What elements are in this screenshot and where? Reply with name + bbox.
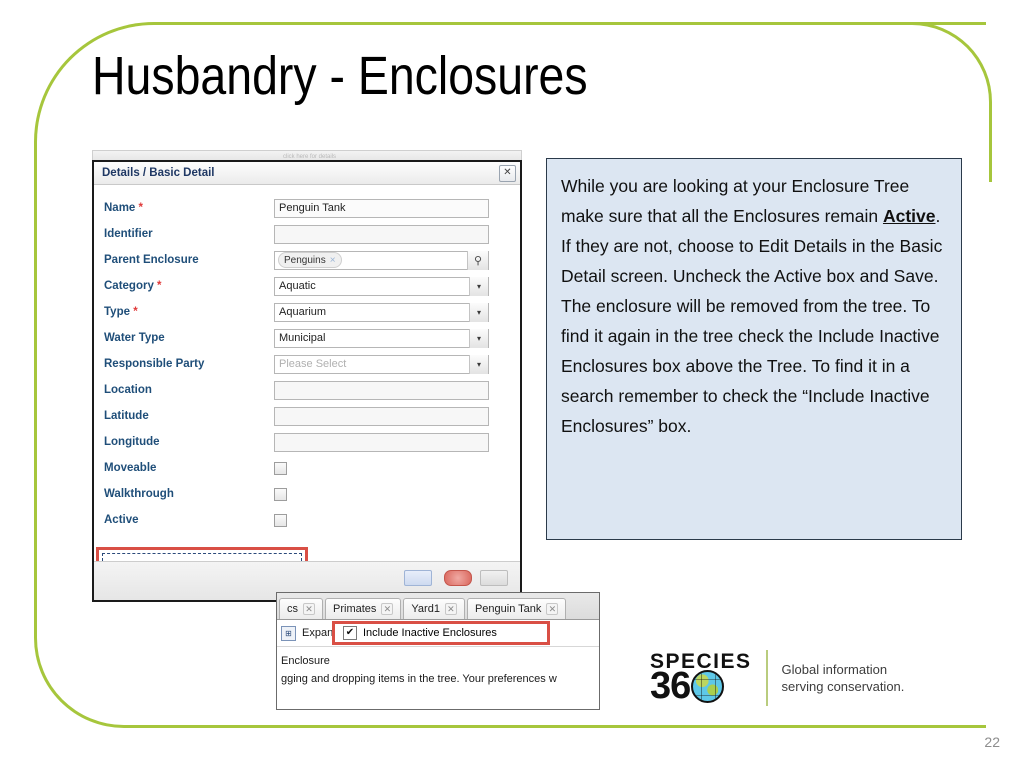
form-row: Water Type Municipal ▾ (104, 325, 510, 351)
form-row: Category * Aquatic ▾ (104, 273, 510, 299)
tab-cs[interactable]: cs ✕ (279, 598, 323, 619)
field-label: Walkthrough (104, 488, 174, 500)
overlay-text-enclosure: Enclosure (281, 655, 330, 667)
logo-360-text: 36 (650, 665, 752, 708)
required-marker: * (133, 306, 138, 318)
include-inactive-checkbox[interactable]: ✔ (343, 626, 357, 640)
logo-tagline: Global information serving conservation. (782, 661, 905, 695)
required-marker: * (138, 202, 144, 214)
form-row: Active (104, 507, 510, 533)
form-row: Type * Aquarium ▾ (104, 299, 510, 325)
input-latitude[interactable] (274, 406, 489, 426)
field-label: Location (104, 384, 152, 396)
dialog-title: Details / Basic Detail (102, 167, 215, 179)
tab-label: Yard1 (411, 603, 440, 615)
globe-icon (691, 670, 725, 704)
tab-close-icon[interactable]: ✕ (381, 603, 394, 615)
select-water-type[interactable]: Municipal ▾ (274, 328, 489, 348)
emphasis-active: Active (882, 206, 936, 226)
field-label: Water Type (104, 332, 165, 344)
tab-penguin-tank[interactable]: Penguin Tank ✕ (466, 598, 567, 619)
tab-close-icon[interactable]: ✕ (303, 603, 315, 615)
dialog-form-body: Name * Penguin Tank Identifier Parent Encl… (94, 185, 520, 577)
page-title: Husbandry - Enclosures (92, 46, 588, 106)
form-row: Location (104, 377, 510, 403)
tab-label: Primates (333, 603, 377, 615)
input-longitude[interactable] (274, 432, 489, 452)
extra-button[interactable] (480, 570, 508, 586)
required-marker: * (157, 280, 162, 292)
field-label: Type * (104, 306, 138, 318)
logo-36-digits: 36 (650, 665, 691, 708)
close-icon[interactable]: ✕ (499, 164, 516, 182)
select-responsible-party[interactable]: Please Select ▾ (274, 354, 489, 374)
chevron-down-icon[interactable]: ▾ (469, 302, 488, 322)
field-label: Responsible Party (104, 358, 205, 370)
chevron-down-icon[interactable]: ▾ (469, 354, 488, 374)
field-label: Parent Enclosure (104, 254, 199, 266)
input-name[interactable]: Penguin Tank (274, 198, 489, 218)
logo-tagline-line1: Global information (781, 662, 888, 677)
include-inactive-highlight-box: ✔ Include Inactive Enclosures (332, 621, 550, 645)
checkbox-walkthrough[interactable] (274, 487, 287, 501)
tab-primates[interactable]: Primates ✕ (325, 598, 402, 619)
tab-close-icon[interactable]: ✕ (546, 603, 559, 615)
field-label: Moveable (104, 462, 157, 474)
tree-toolbar: ⊞ Expand All ⚑ ✔ Include Inactive Enclos… (277, 620, 599, 647)
select-value: Aquatic (279, 280, 316, 292)
tab-yard1[interactable]: Yard1 ✕ (403, 598, 465, 619)
include-inactive-label[interactable]: Include Inactive Enclosures (363, 627, 497, 639)
logo-mark: SPECIES 36 (650, 651, 752, 708)
form-row: Name * Penguin Tank (104, 195, 510, 221)
form-row: Moveable (104, 455, 510, 481)
field-label: Active (104, 514, 139, 526)
logo-tagline-line2: serving conservation. (781, 679, 905, 694)
field-label: Longitude (104, 436, 160, 448)
overlay-text-hint: gging and dropping items in the tree. Yo… (281, 673, 557, 685)
form-row: Responsible Party Please Select ▾ (104, 351, 510, 377)
info-callout-panel: While you are looking at your Enclosure … (546, 158, 962, 540)
page-number: 22 (984, 734, 1000, 750)
tab-label: cs (287, 603, 298, 615)
dialog-titlebar: Details / Basic Detail ✕ (94, 162, 520, 185)
save-button[interactable] (404, 570, 432, 586)
select-value: Please Select (279, 358, 347, 370)
tag-remove-icon[interactable]: × (330, 255, 336, 266)
form-row: Latitude (104, 403, 510, 429)
checkbox-active[interactable] (274, 513, 287, 527)
tab-close-icon[interactable]: ✕ (444, 603, 457, 615)
form-row: Identifier (104, 221, 510, 247)
species360-logo: SPECIES 36 Global information serving co… (650, 650, 904, 706)
input-location[interactable] (274, 380, 489, 400)
select-category[interactable]: Aquatic ▾ (274, 276, 489, 296)
cancel-button[interactable] (444, 570, 472, 586)
form-row: Longitude (104, 429, 510, 455)
tab-label: Penguin Tank (474, 603, 542, 615)
form-row: Walkthrough (104, 481, 510, 507)
search-icon[interactable]: ⚲ (467, 250, 488, 270)
basic-detail-dialog: Details / Basic Detail ✕ Name * Penguin T… (92, 160, 522, 602)
chevron-down-icon[interactable]: ▾ (469, 276, 488, 296)
field-label: Latitude (104, 410, 149, 422)
tab-strip: cs ✕ Primates ✕ Yard1 ✕ Penguin Tank ✕ (277, 593, 599, 620)
select-value: Municipal (279, 332, 326, 344)
input-identifier[interactable] (274, 224, 489, 244)
form-rows: Name * Penguin Tank Identifier Parent Encl… (104, 195, 510, 533)
enclosure-tree-overlay: cs ✕ Primates ✕ Yard1 ✕ Penguin Tank ✕ ⊞ Expand… (276, 592, 600, 710)
chevron-down-icon[interactable]: ▾ (469, 328, 488, 348)
field-label: Name * (104, 202, 144, 214)
selected-tag: Penguins × (278, 252, 342, 268)
field-label: Identifier (104, 228, 153, 240)
form-row: Parent Enclosure Penguins × ⚲ (104, 247, 510, 273)
checkbox-moveable[interactable] (274, 461, 287, 475)
logo-divider (765, 650, 768, 706)
lookup-field[interactable]: Penguins × ⚲ (274, 250, 489, 270)
expand-all-icon[interactable]: ⊞ (281, 625, 296, 641)
field-label: Category * (104, 280, 162, 292)
tag-label: Penguins (284, 254, 326, 266)
select-type[interactable]: Aquarium ▾ (274, 302, 489, 322)
select-value: Aquarium (279, 306, 327, 318)
